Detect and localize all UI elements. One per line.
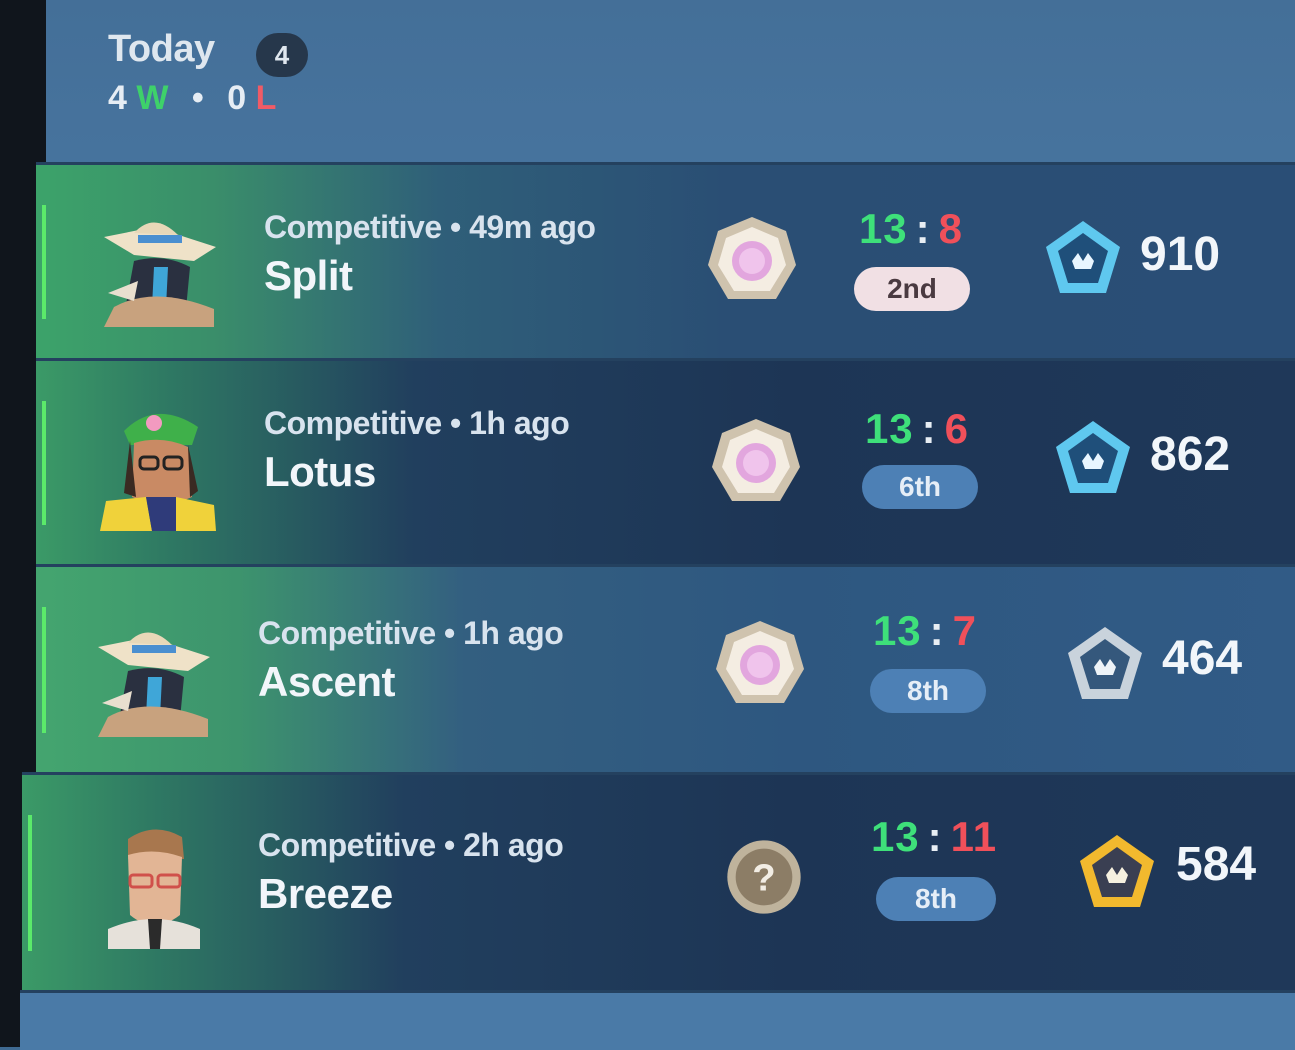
mode-and-time: Competitive • 1h ago [258, 615, 564, 651]
losses-suffix: L [255, 79, 277, 117]
today-summary-header: Today 4 4 W • 0 L [108, 28, 308, 118]
map-name: Breeze [258, 870, 393, 917]
score-separator: : [929, 607, 945, 654]
rounds-lost: 11 [950, 813, 998, 860]
platinum-rank-icon [1046, 221, 1120, 293]
mode-and-time: Competitive • 1h ago [264, 405, 570, 441]
rounds-won: 13 [864, 405, 914, 452]
rounds-won: 13 [872, 607, 922, 654]
placement-badge: 2nd [854, 267, 970, 311]
wins-suffix: W [136, 79, 169, 117]
agent-portrait-sage-hat [104, 222, 216, 327]
rating-value: 584 [1176, 838, 1257, 891]
placement-badge: 6th [862, 465, 978, 509]
losses-value: 0 [227, 79, 247, 117]
rounds-won: 13 [870, 813, 920, 860]
silver-rank-icon [1068, 627, 1142, 699]
rank-medallion-icon [712, 419, 800, 501]
next-section-partial [20, 990, 1295, 1050]
record-separator: • [191, 79, 204, 117]
match-info: Competitive • 1h ago Lotus [264, 405, 570, 496]
win-accent-bar [42, 607, 46, 733]
rating-value: 862 [1150, 428, 1231, 481]
agent-portrait-killjoy [100, 413, 216, 531]
rounds-lost: 6 [944, 405, 970, 452]
gold-rank-icon [1080, 835, 1154, 907]
unknown-rank-icon: ? [727, 840, 801, 914]
match-info: Competitive • 1h ago Ascent [258, 615, 564, 706]
win-loss-record: 4 W • 0 L [108, 79, 276, 118]
mode-and-time: Competitive • 2h ago [258, 827, 564, 863]
match-row[interactable]: Competitive • 1h ago Ascent 13:7 8th 464 [36, 564, 1295, 773]
agent-portrait-sage-hat [98, 632, 210, 737]
rating-value: 910 [1140, 228, 1221, 281]
round-score: 13:6 [852, 405, 982, 453]
rounds-won: 13 [858, 205, 908, 252]
rank-medallion-icon [716, 621, 804, 703]
match-info: Competitive • 2h ago Breeze [258, 827, 564, 918]
win-accent-bar [42, 205, 46, 319]
match-row[interactable]: Competitive • 49m ago Split 13:8 2nd 910 [36, 162, 1295, 359]
placement-badge: 8th [876, 877, 996, 921]
mode-and-time: Competitive • 49m ago [264, 209, 596, 245]
score-separator: : [927, 813, 943, 860]
rating-value: 464 [1162, 632, 1243, 685]
match-row[interactable]: Competitive • 2h ago Breeze ? 13:11 8th … [22, 772, 1295, 991]
match-row[interactable]: Competitive • 1h ago Lotus 13:6 6th 862 [36, 358, 1295, 565]
map-name: Lotus [264, 448, 376, 495]
win-accent-bar [28, 815, 32, 951]
rounds-lost: 8 [938, 205, 964, 252]
round-score: 13:11 [864, 813, 1004, 861]
rounds-lost: 7 [952, 607, 978, 654]
section-title: Today [108, 28, 215, 70]
unknown-rank-glyph: ? [752, 856, 775, 899]
round-score: 13:8 [846, 205, 976, 253]
rank-medallion-icon [708, 217, 796, 299]
win-accent-bar [42, 401, 46, 525]
score-separator: : [921, 405, 937, 452]
round-score: 13:7 [860, 607, 990, 655]
wins-value: 4 [108, 79, 127, 117]
agent-portrait-chamber [108, 829, 200, 949]
map-name: Ascent [258, 658, 396, 705]
placement-badge: 8th [870, 669, 986, 713]
match-info: Competitive • 49m ago Split [264, 209, 596, 300]
map-name: Split [264, 252, 353, 299]
match-count-badge: 4 [256, 33, 308, 77]
platinum-rank-icon [1056, 421, 1130, 493]
score-separator: : [915, 205, 931, 252]
